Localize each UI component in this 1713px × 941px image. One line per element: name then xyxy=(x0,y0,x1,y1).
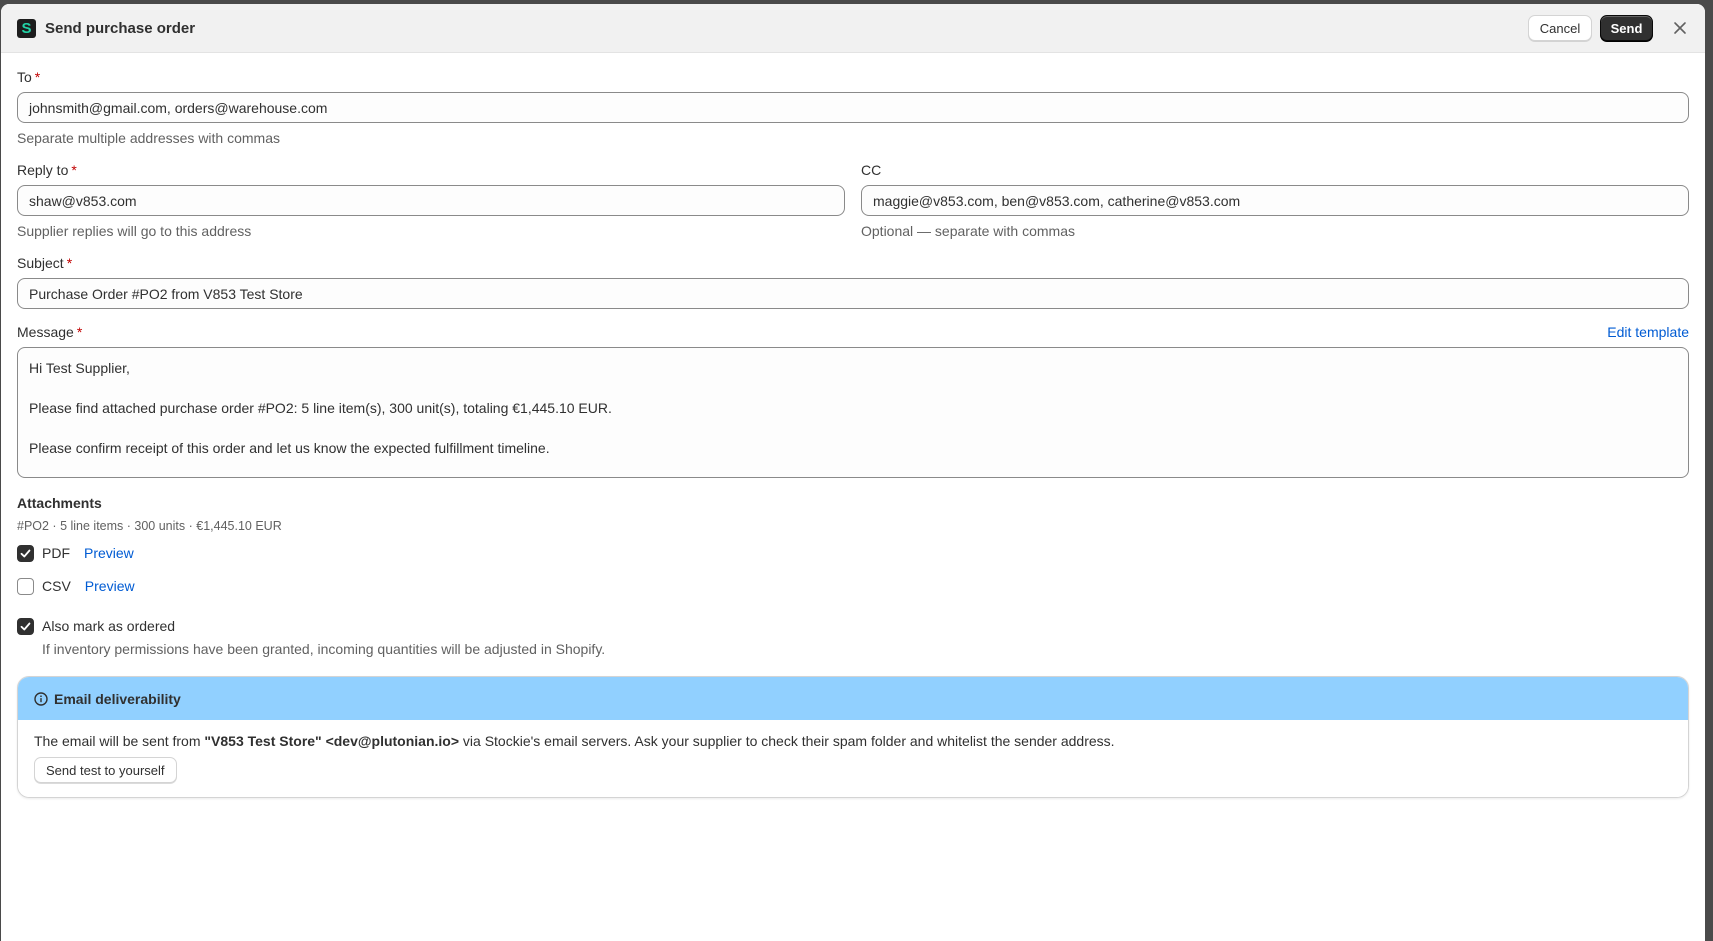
to-label: To * xyxy=(17,69,41,85)
close-icon[interactable] xyxy=(1671,19,1689,37)
modal-title: Send purchase order xyxy=(45,19,196,37)
mark-ordered-row: Also mark as ordered xyxy=(17,616,1689,636)
mark-ordered-label: Also mark as ordered xyxy=(42,618,176,634)
message-section: Message * Edit template Hi Test Supplier,… xyxy=(17,324,1689,478)
attachments-section: Attachments #PO2 · 5 line items · 300 un… xyxy=(17,495,1689,596)
cc-help: Optional — separate with commas xyxy=(861,223,1075,239)
to-field[interactable]: johnsmith@gmail.com, orders@warehouse.co… xyxy=(17,92,1689,123)
mark-ordered-help: If inventory permissions have been grant… xyxy=(42,641,606,657)
csv-preview-link[interactable]: Preview xyxy=(85,578,135,594)
mark-ordered-section: Also mark as ordered If inventory permis… xyxy=(17,616,1689,658)
to-help: Separate multiple addresses with commas xyxy=(17,130,281,146)
send-button[interactable]: Send xyxy=(1600,15,1653,41)
reply-to-section: Reply to * shaw@v853.com Supplier replies… xyxy=(17,162,845,240)
reply-to-field[interactable]: shaw@v853.com xyxy=(17,185,845,216)
cancel-button[interactable]: Cancel xyxy=(1528,15,1592,41)
message-line: Hi Test Supplier, xyxy=(29,360,130,376)
deliverability-title: Email deliverability xyxy=(54,690,181,707)
message-label: Message * xyxy=(17,324,83,340)
attachment-pdf-row: PDF Preview xyxy=(17,543,1689,563)
cc-section: CC maggie@v853.com, ben@v853.com, cather… xyxy=(861,162,1689,240)
send-test-button[interactable]: Send test to yourself xyxy=(34,757,177,783)
app-logo: S xyxy=(17,18,36,38)
cc-field[interactable]: maggie@v853.com, ben@v853.com, catherine… xyxy=(861,185,1689,216)
send-purchase-order-modal: S Send purchase order Cancel Send To * jo… xyxy=(1,4,1705,941)
attachments-title: Attachments xyxy=(17,495,102,511)
modal-header: S Send purchase order Cancel Send xyxy=(1,4,1705,53)
cc-label: CC xyxy=(861,162,882,178)
sender-address: "V853 Test Store" <dev@plutonian.io> xyxy=(204,733,460,749)
pdf-checkbox[interactable] xyxy=(17,544,34,562)
csv-label: CSV xyxy=(42,578,71,594)
mark-ordered-checkbox[interactable] xyxy=(17,617,34,635)
pdf-preview-link[interactable]: Preview xyxy=(84,545,134,561)
message-line: Please find attached purchase order #PO2… xyxy=(29,400,612,416)
to-section: To * johnsmith@gmail.com, orders@warehous… xyxy=(17,69,1689,147)
info-icon xyxy=(34,691,48,706)
pdf-label: PDF xyxy=(42,545,70,561)
deliverability-text: The email will be sent from "V853 Test S… xyxy=(34,733,1115,749)
reply-to-label: Reply to * xyxy=(17,162,77,178)
csv-checkbox[interactable] xyxy=(17,577,34,595)
subject-label: Subject * xyxy=(17,255,73,271)
attachment-csv-row: CSV Preview xyxy=(17,576,1689,596)
deliverability-body: The email will be sent from "V853 Test S… xyxy=(18,720,1688,797)
edit-template-link[interactable]: Edit template xyxy=(1607,324,1689,347)
message-line: Please confirm receipt of this order and… xyxy=(29,440,550,456)
deliverability-banner: Email deliverability The email will be s… xyxy=(17,676,1689,798)
reply-to-help: Supplier replies will go to this address xyxy=(17,223,252,239)
deliverability-banner-header: Email deliverability xyxy=(18,677,1688,720)
subject-field[interactable]: Purchase Order #PO2 from V853 Test Store xyxy=(17,278,1689,309)
attachments-summary: #PO2 · 5 line items · 300 units · €1,445… xyxy=(17,519,282,533)
subject-section: Subject * Purchase Order #PO2 from V853 T… xyxy=(17,255,1689,309)
message-textarea[interactable]: Hi Test Supplier, Please find attached p… xyxy=(17,347,1689,478)
